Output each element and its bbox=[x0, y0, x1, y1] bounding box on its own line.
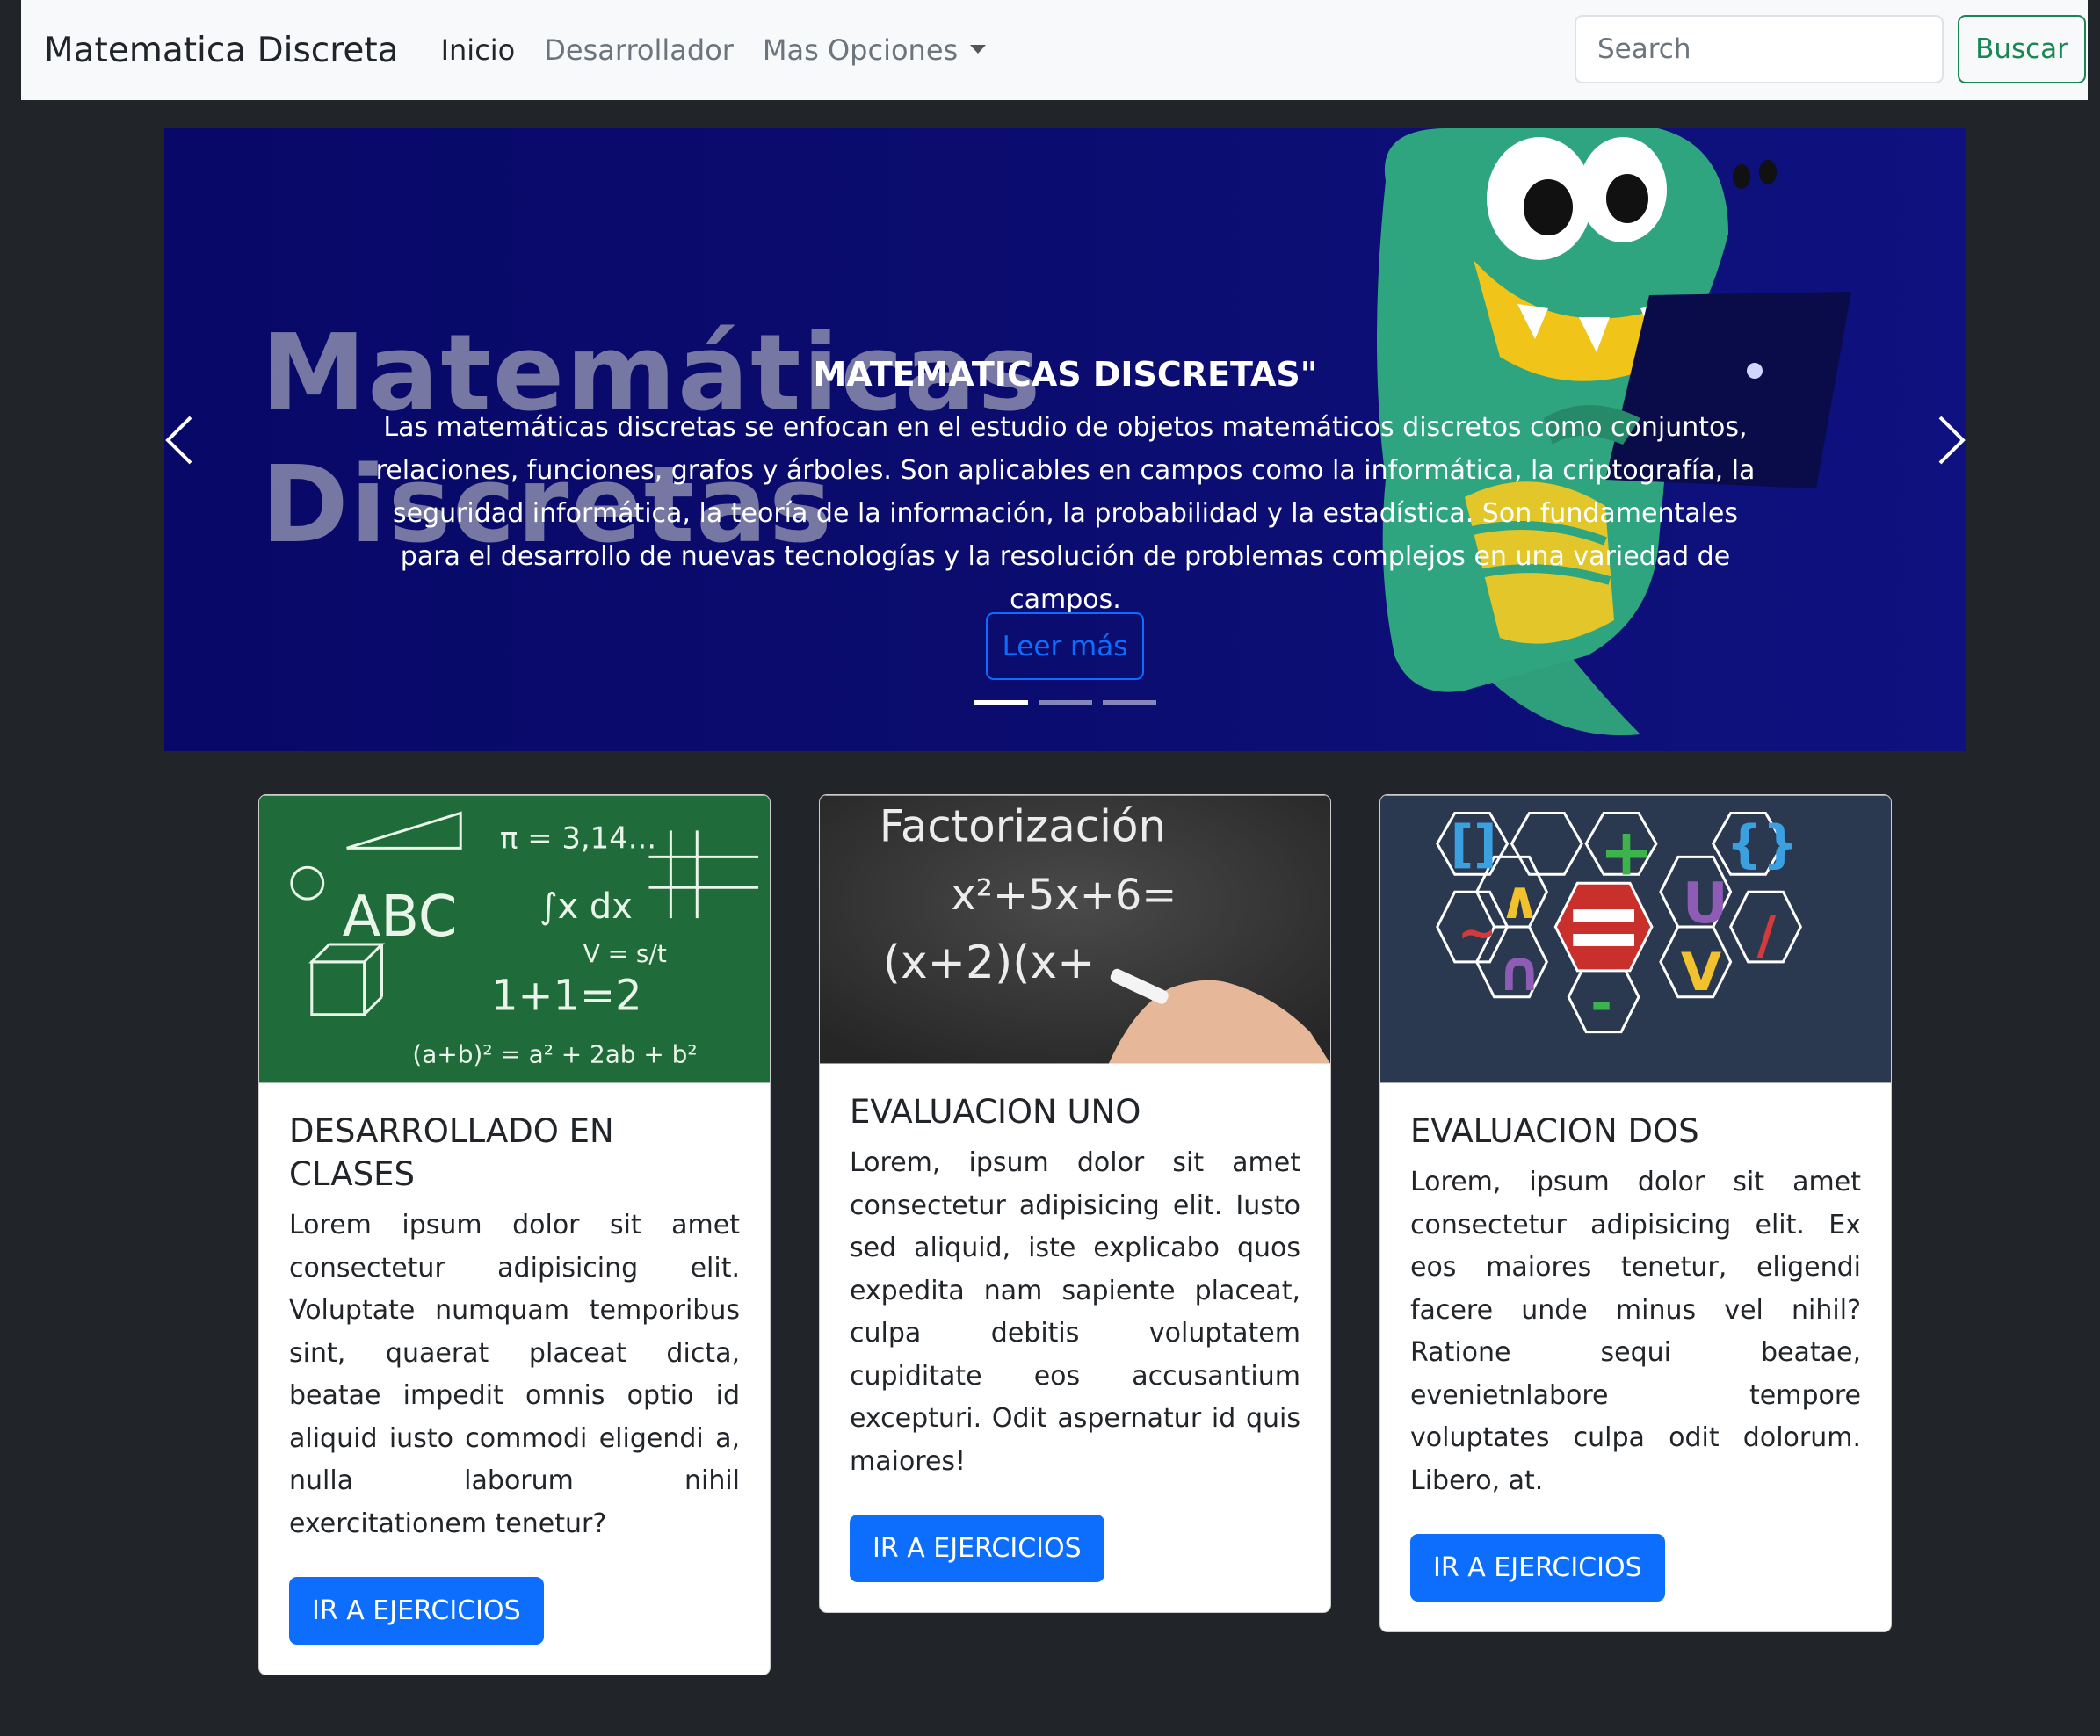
carousel: Matemáticas Discretas MATEMATICAS DISCRE… bbox=[164, 128, 1966, 751]
factorization-chalkboard-image: Factorización x²+5x+6= (x+2)(x+ bbox=[820, 795, 1330, 1064]
carousel-indicator-2[interactable] bbox=[1039, 700, 1092, 705]
chevron-right-icon[interactable] bbox=[1931, 414, 1966, 467]
card-desarrollado-en-clases: ABC π = 3,14... 1+1=2 ∫x dx (a+b)² = a² … bbox=[258, 794, 771, 1675]
nav-link-desarrollador[interactable]: Desarrollador bbox=[544, 33, 734, 67]
chalk-factors: (x+2)(x+ bbox=[883, 937, 1096, 989]
read-more-button[interactable]: Leer más bbox=[986, 612, 1144, 680]
caret-down-icon bbox=[970, 45, 987, 54]
card-body: DESARROLLADO EN CLASES Lorem ipsum dolor… bbox=[259, 1083, 770, 1675]
nav-link-inicio[interactable]: Inicio bbox=[441, 33, 516, 67]
nav-dropdown-label: Mas Opciones bbox=[762, 33, 959, 67]
logic-symbols-hexagon-image: [] + {} ∧ U ~ / ∩ V - bbox=[1380, 795, 1891, 1083]
symbol-minus: - bbox=[1590, 974, 1612, 1035]
navbar-brand[interactable]: Matematica Discreta bbox=[44, 31, 399, 70]
search-button[interactable]: Buscar bbox=[1958, 15, 2086, 83]
chalk-factorizacion: Factorización bbox=[880, 800, 1166, 851]
go-to-exercises-button[interactable]: IR A EJERCICIOS bbox=[289, 1577, 544, 1645]
card-title: EVALUACION UNO bbox=[850, 1093, 1141, 1131]
carousel-text: Las matemáticas discretas se enfocan en … bbox=[375, 412, 1756, 615]
carousel-title: MATEMATICAS DISCRETAS" bbox=[813, 355, 1318, 394]
chalk-sum: 1+1=2 bbox=[491, 973, 641, 1021]
chalk-quadratic: x²+5x+6= bbox=[951, 872, 1177, 920]
card-body: EVALUACION UNO Lorem, ipsum dolor sit am… bbox=[820, 1064, 1330, 1612]
symbol-not: ~ bbox=[1458, 905, 1497, 960]
chalkboard-formulas-image: ABC π = 3,14... 1+1=2 ∫x dx (a+b)² = a² … bbox=[259, 795, 770, 1083]
nav-dropdown-mas-opciones[interactable]: Mas Opciones bbox=[762, 33, 987, 67]
symbol-plus: + bbox=[1599, 815, 1654, 890]
symbol-intersection: ∩ bbox=[1497, 939, 1543, 1004]
go-to-exercises-button[interactable]: IR A EJERCICIOS bbox=[1410, 1534, 1665, 1602]
symbol-braces: {} bbox=[1727, 814, 1799, 873]
card-title: EVALUACION DOS bbox=[1410, 1112, 1699, 1150]
card-body: EVALUACION DOS Lorem, ipsum dolor sit am… bbox=[1380, 1083, 1891, 1631]
chalk-integral: ∫x dx bbox=[539, 886, 633, 927]
card-text: Lorem, ipsum dolor sit amet consectetur … bbox=[1410, 1167, 1861, 1496]
chalk-binomial: (a+b)² = a² + 2ab + b² bbox=[412, 1040, 697, 1069]
symbol-or: V bbox=[1681, 943, 1721, 1003]
navbar: Matematica Discreta Inicio Desarrollador… bbox=[21, 0, 2088, 100]
chalk-velocity: V = s/t bbox=[583, 939, 667, 968]
chevron-left-icon[interactable] bbox=[164, 414, 199, 467]
symbol-and: ∧ bbox=[1499, 871, 1542, 931]
symbol-union: U bbox=[1683, 872, 1728, 937]
go-to-exercises-button[interactable]: IR A EJERCICIOS bbox=[850, 1515, 1104, 1582]
carousel-caption: MATEMATICAS DISCRETAS" Las matemáticas d… bbox=[340, 355, 1791, 621]
carousel-indicator-1[interactable] bbox=[974, 700, 1028, 705]
search-input[interactable] bbox=[1575, 15, 1944, 83]
carousel-indicator-3[interactable] bbox=[1103, 700, 1156, 705]
card-title: DESARROLLADO EN CLASES bbox=[289, 1112, 614, 1193]
symbol-brackets: [] bbox=[1451, 814, 1497, 873]
card-evaluacion-dos: [] + {} ∧ U ~ / ∩ V - EVALUACION DOS Lor… bbox=[1379, 794, 1892, 1632]
chalk-abc: ABC bbox=[343, 885, 458, 950]
card-text: Lorem, ipsum dolor sit amet consectetur … bbox=[850, 1147, 1300, 1477]
symbol-slash: / bbox=[1757, 906, 1777, 966]
card-text: Lorem ipsum dolor sit amet consectetur a… bbox=[289, 1210, 740, 1539]
chalk-pi: π = 3,14... bbox=[500, 821, 656, 855]
card-evaluacion-uno: Factorización x²+5x+6= (x+2)(x+ EVALUACI… bbox=[819, 794, 1331, 1613]
